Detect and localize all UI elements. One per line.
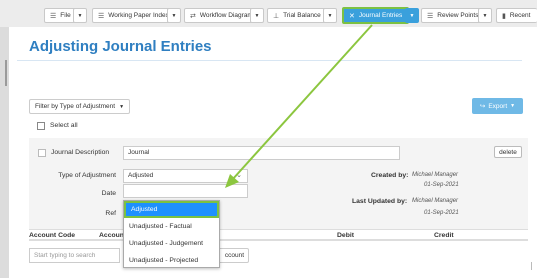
dropdown-option-unadjusted-judgement[interactable]: Unadjusted - Judgement	[124, 235, 219, 252]
top-toolbar: ☰ File ▼ ☰ Working Paper Index ▼ ⇄ Workf…	[0, 0, 537, 27]
filter-by-type-button[interactable]: Filter by Type of Adjustment ▼	[29, 99, 131, 114]
file-dropdown-caret[interactable]: ▼	[73, 8, 87, 23]
select-all-label: Select all	[50, 122, 78, 129]
filter-label: Filter by Type of Adjustment	[35, 103, 116, 110]
export-button[interactable]: ↪ Export ▼	[472, 98, 523, 114]
adjustment-type-dropdown[interactable]: Adjusted Unadjusted - Factual Unadjusted…	[123, 200, 220, 268]
column-header-debit: Debit	[337, 232, 354, 239]
left-edge-marker	[5, 60, 7, 86]
page-title: Adjusting Journal Entries	[29, 38, 212, 55]
created-by-value: Michael Manager	[412, 172, 459, 178]
entries-table-header: Account Code Accoun Debit Credit	[29, 229, 528, 241]
date-input[interactable]	[123, 184, 248, 198]
shuffle-icon: ✕	[349, 12, 355, 20]
journal-description-label: Journal Description	[51, 149, 110, 156]
type-selected-value: Adjusted	[128, 172, 154, 179]
recent-label: Recent	[509, 12, 531, 19]
wp-index-label: Working Paper Index	[108, 12, 169, 19]
working-paper-index-button[interactable]: ☰ Working Paper Index	[92, 8, 175, 23]
journal-entries-dropdown-caret[interactable]: ▼	[405, 8, 419, 23]
review-points-dropdown-caret[interactable]: ▼	[478, 8, 492, 23]
trial-balance-button[interactable]: ⊥ Trial Balance	[267, 8, 327, 23]
column-header-account-code: Account Code	[29, 232, 76, 239]
column-header-credit: Credit	[434, 232, 454, 239]
entry-checkbox[interactable]	[38, 149, 46, 157]
file-label: File	[60, 12, 71, 19]
created-by-label: Created by:	[371, 172, 409, 179]
title-divider	[17, 60, 522, 61]
scrollbar-tick	[531, 262, 532, 270]
created-date-value: 01-Sep-2021	[424, 182, 459, 188]
last-updated-by-value: Michael Manager	[412, 198, 459, 204]
dropdown-option-adjusted[interactable]: Adjusted	[124, 201, 219, 218]
type-of-adjustment-select[interactable]: Adjusted ⌄	[123, 169, 248, 183]
column-header-account: Accoun	[99, 232, 124, 239]
review-points-button[interactable]: ☰ Review Points	[421, 8, 485, 23]
journal-entries-label: Journal Entries	[358, 12, 403, 19]
caret-down-icon: ▼	[510, 103, 516, 109]
workflow-label: Workflow Diagram	[199, 12, 253, 19]
list-icon: ☰	[427, 12, 434, 20]
document-icon: ▮	[502, 12, 506, 20]
last-updated-label: Last Updated by:	[352, 198, 408, 205]
list-icon: ☰	[98, 12, 105, 20]
delete-button[interactable]: delete	[494, 146, 522, 158]
recent-button[interactable]: ▮ Recent	[496, 8, 537, 23]
export-label: Export	[488, 102, 508, 110]
caret-down-icon: ▼	[119, 103, 125, 110]
last-updated-date-value: 01-Sep-2021	[424, 210, 459, 216]
review-points-label: Review Points	[437, 12, 479, 19]
balance-icon: ⊥	[273, 12, 280, 20]
chevron-down-icon: ⌄	[236, 172, 242, 179]
file-menu-button[interactable]: ☰ File	[44, 8, 77, 23]
dropdown-option-unadjusted-factual[interactable]: Unadjusted - Factual	[124, 218, 219, 235]
journal-description-input[interactable]: Journal	[123, 146, 400, 160]
workflow-dropdown-caret[interactable]: ▼	[250, 8, 264, 23]
workflow-icon: ⇄	[190, 12, 196, 20]
workflow-diagram-button[interactable]: ⇄ Workflow Diagram	[184, 8, 259, 23]
type-of-adjustment-label: Type of Adjustment	[58, 172, 116, 179]
account-search-input[interactable]	[29, 248, 120, 263]
share-icon: ↪	[479, 103, 486, 110]
trial-balance-label: Trial Balance	[283, 12, 321, 19]
wp-index-dropdown-caret[interactable]: ▼	[167, 8, 181, 23]
journal-entries-button[interactable]: ✕ Journal Entries	[342, 7, 410, 24]
ref-label: Ref	[105, 210, 116, 217]
trial-balance-dropdown-caret[interactable]: ▼	[323, 8, 337, 23]
dropdown-option-unadjusted-projected[interactable]: Unadjusted - Projected	[124, 252, 219, 269]
select-all-checkbox[interactable]	[37, 122, 45, 130]
list-icon: ☰	[50, 12, 57, 20]
date-label: Date	[101, 190, 116, 197]
